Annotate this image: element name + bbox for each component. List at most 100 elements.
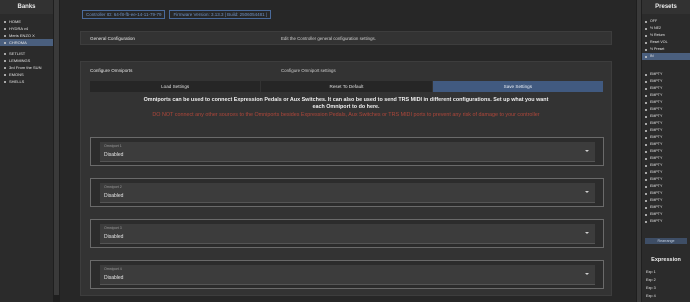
banks-scrollbar[interactable] — [53, 0, 60, 302]
preset-item[interactable]: EMPTY — [642, 127, 690, 134]
presets-title: Presets — [642, 0, 690, 14]
banks-list: HOME HYDRA v4 Meris ENZO X CHROMA SETLIS… — [0, 18, 53, 85]
preset-item[interactable]: EMPTY — [642, 218, 690, 225]
presets-scrollbar-thumb[interactable] — [637, 0, 641, 302]
bank-dot-icon — [4, 41, 6, 44]
preset-item-active[interactable]: IN — [642, 53, 690, 60]
bank-item[interactable]: SHELLS — [0, 78, 53, 85]
omniport-2-select[interactable]: Omniport 2 Disabled — [100, 183, 595, 203]
expression-list: Exp 1 Exp 2 Exp 3 Exp 4 — [642, 268, 690, 300]
preset-label: EMPTY — [650, 149, 663, 153]
save-settings-button[interactable]: Save Settings — [432, 81, 604, 92]
bank-label: SETLIST — [9, 51, 26, 56]
omniport-1-select[interactable]: Omniport 1 Disabled — [100, 142, 595, 162]
banks-title: Banks — [0, 0, 53, 14]
preset-dot-icon — [645, 199, 647, 202]
omniports-info-text: Omniports can be used to connect Express… — [143, 97, 549, 110]
app-root: Banks HOME HYDRA v4 Meris ENZO X CHROMA … — [0, 0, 690, 302]
bank-dot-icon — [4, 59, 6, 62]
omniports-title: Configure Omniports — [90, 68, 133, 73]
preset-label: EMPTY — [650, 177, 663, 181]
omniport-label: Omniport 1 — [104, 144, 122, 148]
preset-dot-icon — [645, 94, 647, 97]
bank-item[interactable]: 3rd From the SUN — [0, 64, 53, 71]
omniports-card: Configure Omniports Configure Omniport s… — [80, 61, 612, 296]
bank-item[interactable]: Meris ENZO X — [0, 32, 53, 39]
expression-title: Expression — [651, 257, 681, 263]
preset-label: EMPTY — [650, 156, 663, 160]
bank-item[interactable]: HYDRA v4 — [0, 25, 53, 32]
omniport-value: Disabled — [104, 234, 124, 240]
preset-label: EMPTY — [650, 128, 663, 132]
reset-default-button[interactable]: Reset To Default — [261, 81, 433, 92]
preset-item[interactable]: EMPTY — [642, 211, 690, 218]
omniport-value: Disabled — [104, 152, 124, 158]
preset-item[interactable]: EMPTY — [642, 99, 690, 106]
chevron-down-icon — [585, 191, 589, 193]
preset-item[interactable]: ½ NE2 — [642, 25, 690, 32]
expression-item[interactable]: Exp 4 — [642, 292, 690, 300]
bank-label: LEMMINGS — [9, 58, 31, 63]
preset-dot-icon — [645, 157, 647, 160]
bank-label: HYDRA v4 — [9, 26, 29, 31]
preset-item[interactable]: EMPTY — [642, 120, 690, 127]
preset-label: EMPTY — [650, 212, 663, 216]
bank-dot-icon — [4, 52, 6, 55]
preset-item[interactable]: EMPTY — [642, 113, 690, 120]
preset-item[interactable]: EMPTY — [642, 85, 690, 92]
preset-item[interactable]: EMPTY — [642, 169, 690, 176]
preset-item[interactable]: EMPTY — [642, 190, 690, 197]
preset-dot-icon — [645, 101, 647, 104]
omniport-4-select[interactable]: Omniport 4 Disabled — [100, 265, 595, 285]
general-config-card[interactable]: General Configuration Edit the Controlle… — [80, 31, 612, 45]
expression-item[interactable]: Exp 3 — [642, 284, 690, 292]
preset-item[interactable]: EMPTY — [642, 197, 690, 204]
preset-dot-icon — [645, 27, 647, 30]
load-settings-button[interactable]: Load Settings — [90, 81, 262, 92]
preset-item[interactable]: ½ Return — [642, 32, 690, 39]
omniport-value: Disabled — [104, 275, 124, 281]
banks-scrollbar-thumb[interactable] — [54, 0, 59, 295]
preset-item[interactable]: EMPTY — [642, 106, 690, 113]
preset-label: EMPTY — [650, 142, 663, 146]
preset-item[interactable]: EMPTY — [642, 148, 690, 155]
preset-item[interactable]: EMPTY — [642, 155, 690, 162]
preset-item[interactable]: Reset VOL — [642, 39, 690, 46]
preset-dot-icon — [645, 192, 647, 195]
bank-item[interactable]: HOME — [0, 18, 53, 25]
preset-item[interactable]: EMPTY — [642, 176, 690, 183]
expression-item[interactable]: Exp 2 — [642, 276, 690, 284]
preset-item[interactable]: EMPTY — [642, 78, 690, 85]
rearrange-button[interactable]: Rearrange — [645, 238, 687, 244]
preset-label: Reset VOL — [650, 40, 668, 44]
preset-dot-icon — [645, 80, 647, 83]
preset-item[interactable]: EMPTY — [642, 183, 690, 190]
expression-item[interactable]: Exp 1 — [642, 268, 690, 276]
omniport-1-panel: Omniport 1 Disabled — [90, 137, 604, 166]
preset-item[interactable]: EMPTY — [642, 134, 690, 141]
controller-id-badge: Controller ID: 64-f8-fb-ee-14-11-79-79 — [82, 10, 166, 19]
preset-item[interactable]: ½ Preset — [642, 46, 690, 53]
info-badges: Controller ID: 64-f8-fb-ee-14-11-79-79 F… — [82, 10, 272, 19]
preset-item[interactable]: OFF — [642, 18, 690, 25]
preset-label: EMPTY — [650, 93, 663, 97]
bank-item-active[interactable]: CHROMA — [0, 39, 53, 46]
omniport-3-select[interactable]: Omniport 3 Disabled — [100, 224, 595, 244]
preset-item[interactable]: EMPTY — [642, 162, 690, 169]
bank-label: SHELLS — [9, 79, 25, 84]
preset-dot-icon — [645, 178, 647, 181]
bank-item[interactable]: EMONS — [0, 71, 53, 78]
preset-item[interactable]: EMPTY — [642, 92, 690, 99]
preset-item[interactable]: EMPTY — [642, 141, 690, 148]
bank-dot-icon — [4, 73, 6, 76]
omniport-3-panel: Omniport 3 Disabled — [90, 219, 604, 248]
chevron-down-icon — [585, 273, 589, 275]
preset-item[interactable]: EMPTY — [642, 71, 690, 78]
preset-item[interactable]: EMPTY — [642, 204, 690, 211]
preset-label: EMPTY — [650, 219, 663, 223]
preset-dot-icon — [645, 171, 647, 174]
bank-item[interactable]: SETLIST — [0, 50, 53, 57]
bank-dot-icon — [4, 34, 6, 37]
preset-dot-icon — [645, 73, 647, 76]
bank-item[interactable]: LEMMINGS — [0, 57, 53, 64]
